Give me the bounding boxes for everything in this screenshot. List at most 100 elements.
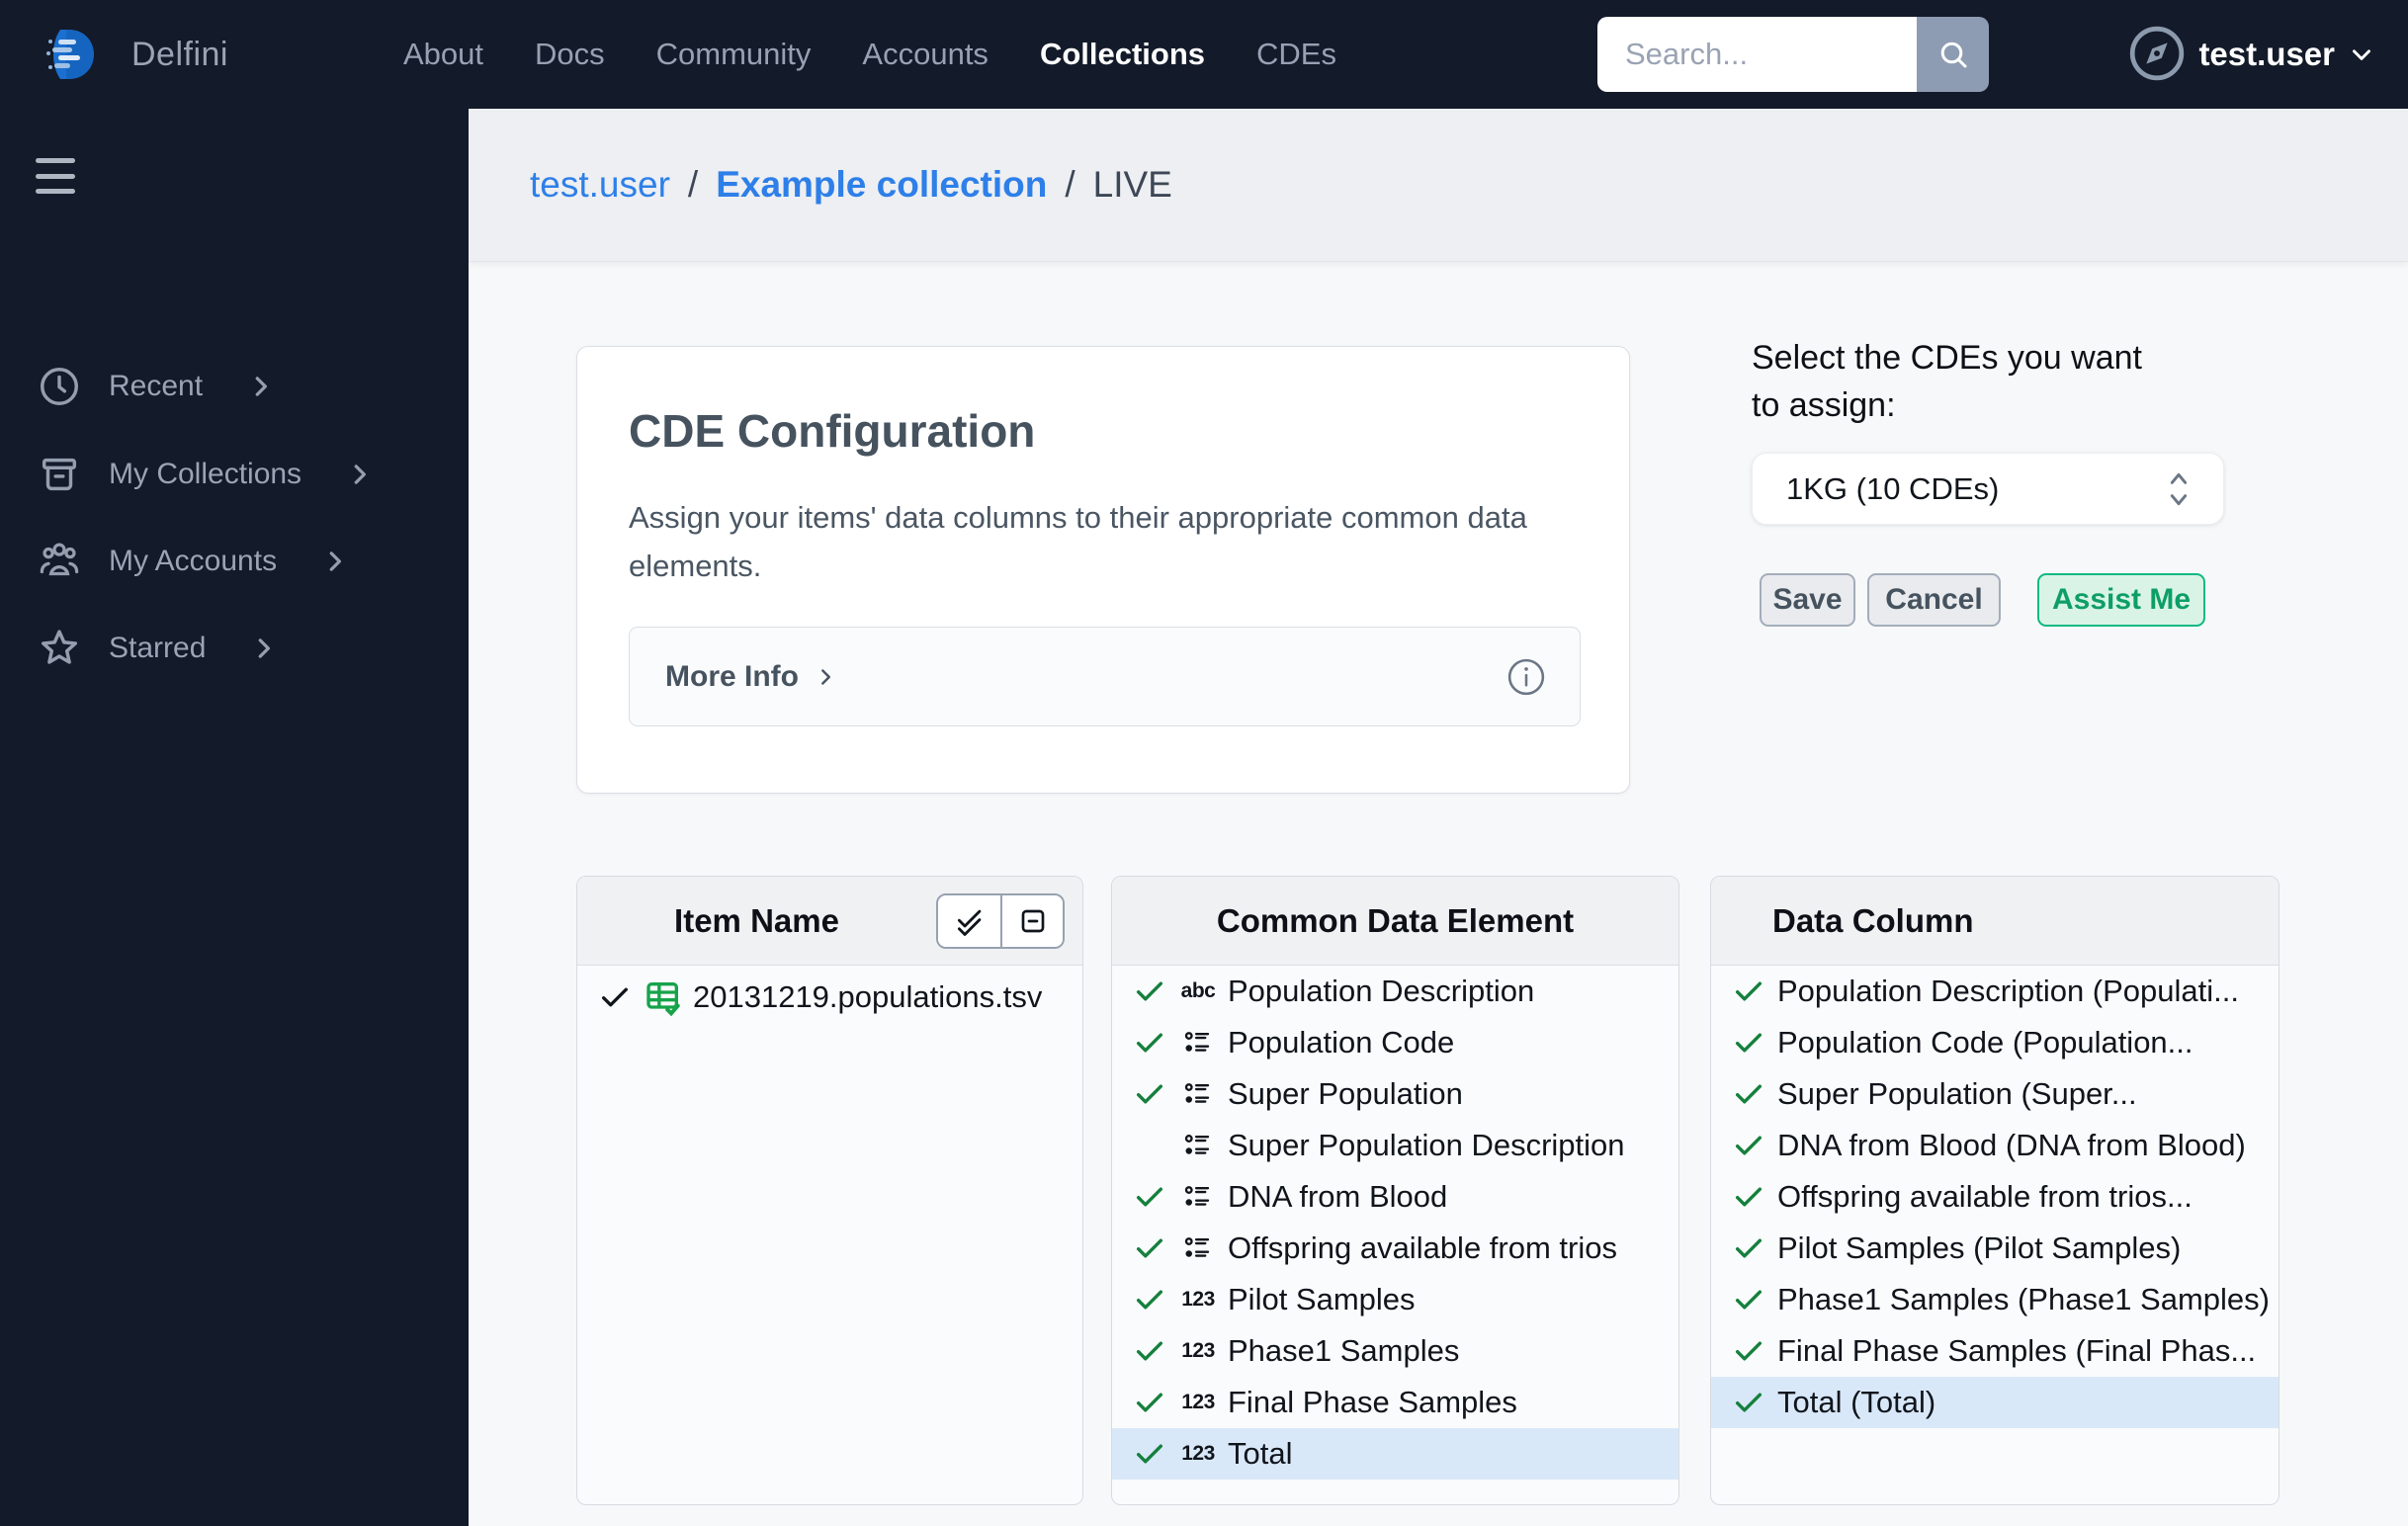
cde-row[interactable]: Population Description: [1112, 966, 1678, 1017]
breadcrumb-collection-link[interactable]: Example collection: [716, 164, 1047, 206]
select-all-button[interactable]: [938, 894, 1000, 947]
item-row[interactable]: 20131219.populations.tsv: [577, 966, 1082, 1029]
user-menu[interactable]: test.user: [2198, 0, 2376, 109]
app-root: Delfini About Docs Community Accounts Co…: [0, 0, 2408, 1526]
cde-row[interactable]: DNA from Blood: [1112, 1171, 1678, 1223]
cde-label: Population Description: [1228, 974, 1535, 1008]
check-icon: [1136, 1238, 1163, 1258]
check-icon: [1136, 1341, 1163, 1361]
check-icon: [1735, 1341, 1763, 1361]
cde-label: Pilot Samples: [1228, 1282, 1416, 1316]
select-updown-icon: [2170, 472, 2188, 505]
main-nav: About Docs Community Accounts Collection…: [403, 0, 1336, 109]
item-name-list: 20131219.populations.tsv: [577, 966, 1082, 1029]
sidebar-item-my-accounts[interactable]: My Accounts: [0, 530, 469, 593]
check-icon: [1735, 1290, 1763, 1310]
minus-square-icon: [1021, 909, 1044, 932]
data-column-row[interactable]: Final Phase Samples (Final Phas...: [1711, 1325, 2279, 1377]
info-icon[interactable]: [1505, 655, 1548, 699]
data-column-row[interactable]: Pilot Samples (Pilot Samples): [1711, 1223, 2279, 1274]
data-type-icon: [1176, 1339, 1220, 1363]
cde-label: Final Phase Samples: [1228, 1385, 1517, 1419]
data-column-row[interactable]: Total (Total): [1711, 1377, 2279, 1428]
check-icon: [1136, 1084, 1163, 1104]
nav-link[interactable]: CDEs: [1256, 37, 1336, 72]
top-bar: Delfini About Docs Community Accounts Co…: [0, 0, 2408, 109]
compass-icon[interactable]: [2125, 22, 2189, 85]
check-icon: [1735, 1187, 1763, 1207]
cde-list: Population Description: [1112, 966, 1678, 1480]
sidebar-item-label: Starred: [109, 632, 207, 664]
data-column-label: Population Description (Populati...: [1777, 974, 2239, 1008]
cde-row[interactable]: Phase1 Samples: [1112, 1325, 1678, 1377]
data-column-row[interactable]: Super Population (Super...: [1711, 1068, 2279, 1120]
cde-row[interactable]: Super Population Description: [1112, 1120, 1678, 1171]
assist-me-button[interactable]: Assist Me: [2037, 573, 2205, 627]
nav-link[interactable]: Docs: [535, 37, 605, 72]
check-icon: [1136, 1393, 1163, 1412]
nav-link[interactable]: Community: [656, 37, 812, 72]
cde-header: Common Data Element: [1112, 877, 1678, 966]
brand-name: Delfini: [131, 35, 228, 73]
sidebar-item-label: Recent: [109, 370, 204, 402]
data-column-label: Offspring available from trios...: [1777, 1179, 2193, 1214]
item-name-header: Item Name: [577, 877, 1082, 966]
clock-icon: [41, 368, 78, 405]
deselect-all-button[interactable]: [1000, 894, 1063, 947]
data-column-label: Super Population (Super...: [1777, 1076, 2137, 1111]
nav-link[interactable]: Accounts: [862, 37, 989, 72]
check-icon: [1136, 981, 1163, 1001]
cde-label: Super Population: [1228, 1076, 1463, 1111]
enum-list-icon: [1184, 1032, 1210, 1052]
data-type-icon: [1176, 1028, 1220, 1058]
cde-label: Offspring available from trios: [1228, 1230, 1617, 1265]
data-column-row[interactable]: DNA from Blood (DNA from Blood): [1711, 1120, 2279, 1171]
cde-select[interactable]: 1KG (10 CDEs): [1752, 453, 2224, 525]
cde-row[interactable]: Pilot Samples: [1112, 1274, 1678, 1325]
enum-list-icon: [1184, 1083, 1210, 1103]
data-column-row[interactable]: Offspring available from trios...: [1711, 1171, 2279, 1223]
cancel-button[interactable]: Cancel: [1867, 573, 2001, 627]
chevron-right-icon: [259, 638, 271, 658]
cde-label: Population Code: [1228, 1025, 1455, 1060]
breadcrumb-separator: /: [1065, 164, 1075, 205]
search-input[interactable]: [1597, 17, 1917, 92]
cde-row[interactable]: Final Phase Samples: [1112, 1377, 1678, 1428]
card-title: CDE Configuration: [629, 405, 1036, 457]
data-column-row[interactable]: Population Code (Population...: [1711, 1017, 2279, 1068]
cde-row[interactable]: Offspring available from trios: [1112, 1223, 1678, 1274]
cde-label: DNA from Blood: [1228, 1179, 1448, 1214]
check-icon: [1136, 1033, 1163, 1053]
data-column-panel: Data Column Population Description (Popu…: [1710, 876, 2279, 1505]
cde-label: Phase1 Samples: [1228, 1333, 1460, 1368]
cde-row[interactable]: Total: [1112, 1428, 1678, 1480]
hamburger-menu-icon[interactable]: [26, 152, 85, 200]
sidebar: Recent My Collections My Accounts Starre…: [0, 109, 469, 1526]
search-group: [1597, 17, 1989, 92]
common-data-element-panel: Common Data Element abc Population Descr…: [1111, 876, 1679, 1505]
cde-label: Super Population Description: [1228, 1128, 1625, 1162]
data-column-row[interactable]: Phase1 Samples (Phase1 Samples): [1711, 1274, 2279, 1325]
enum-list-icon: [1184, 1237, 1210, 1257]
sidebar-item-recent[interactable]: Recent: [0, 355, 469, 418]
chevron-right-icon: [354, 465, 367, 484]
more-info-row[interactable]: More Info: [629, 627, 1581, 726]
item-name: 20131219.populations.tsv: [693, 979, 1043, 1014]
check-icon: [1136, 1187, 1163, 1207]
sidebar-item-starred[interactable]: Starred: [0, 617, 469, 680]
data-column-list: Population Description (Populati... Popu…: [1711, 966, 2279, 1428]
check-icon: [602, 987, 628, 1007]
cde-row[interactable]: Super Population: [1112, 1068, 1678, 1120]
save-button[interactable]: Save: [1760, 573, 1855, 627]
breadcrumb: test.user / Example collection / LIVE: [530, 164, 1172, 206]
nav-link[interactable]: Collections: [1040, 37, 1205, 72]
nav-link[interactable]: About: [403, 37, 483, 72]
data-type-icon: [1176, 1233, 1220, 1263]
sidebar-item-my-collections[interactable]: My Collections: [0, 443, 469, 506]
data-column-row[interactable]: Population Description (Populati...: [1711, 966, 2279, 1017]
cde-configuration-card: CDE Configuration Assign your items' dat…: [576, 346, 1630, 794]
search-button[interactable]: [1917, 17, 1989, 92]
chevron-right-icon: [329, 551, 342, 571]
cde-row[interactable]: Population Code: [1112, 1017, 1678, 1068]
breadcrumb-user-link[interactable]: test.user: [530, 164, 670, 206]
